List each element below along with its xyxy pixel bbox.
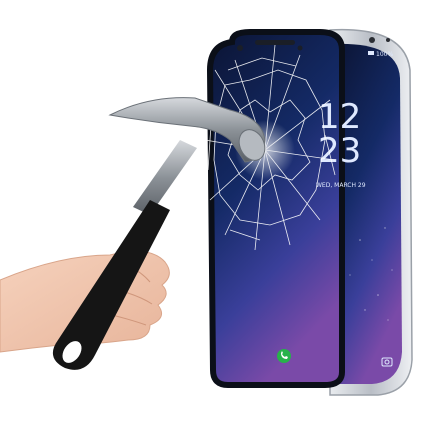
screen-protector: 12 23 WED, MARCH 29	[204, 29, 366, 388]
sensor-icon	[386, 38, 390, 42]
battery-label: 100%	[376, 51, 393, 58]
battery-icon	[368, 51, 374, 55]
front-camera-icon	[369, 37, 375, 43]
phone-call-icon	[277, 349, 291, 363]
product-photo: 100% 12 23 WED, MARCH 29	[0, 28, 413, 396]
lock-date: WED, MARCH 29	[316, 182, 366, 189]
